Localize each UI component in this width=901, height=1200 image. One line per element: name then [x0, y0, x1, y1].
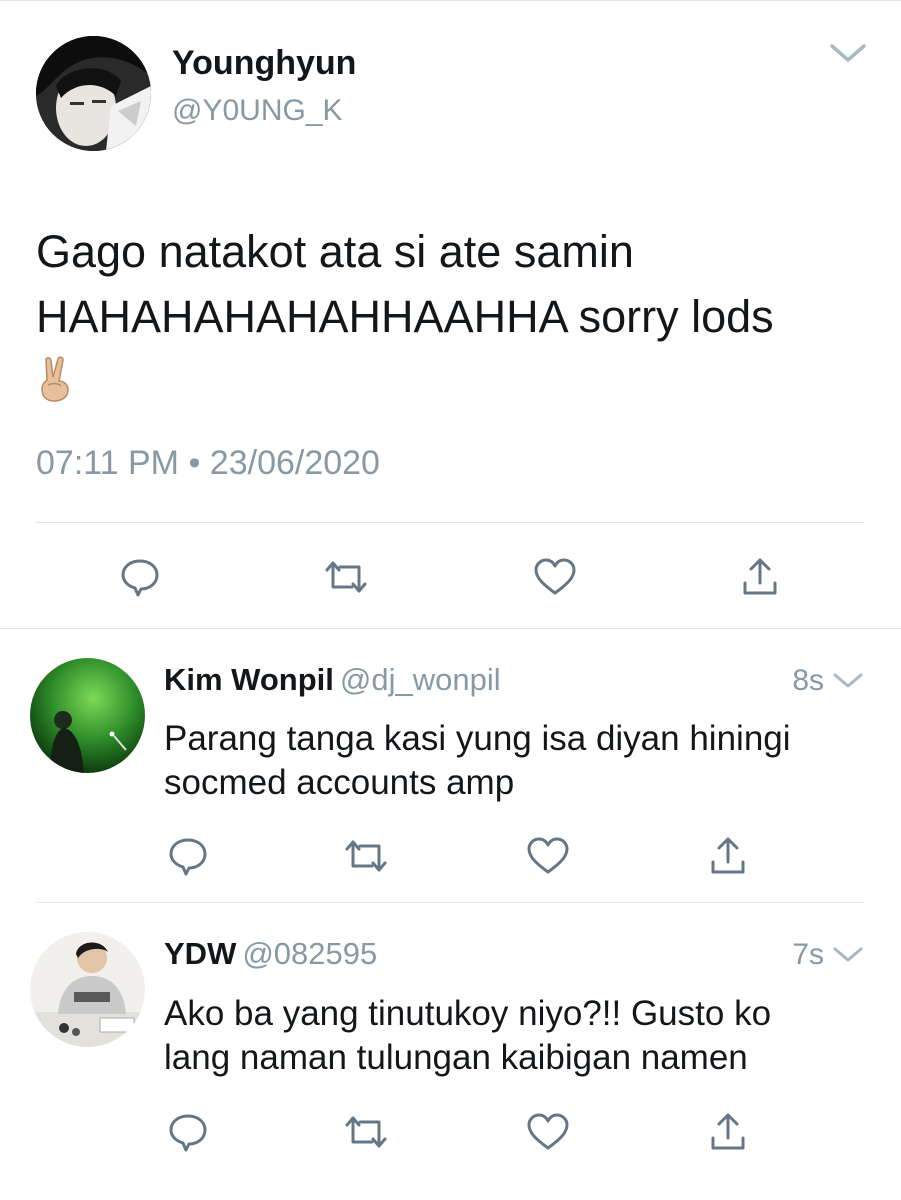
avatar-ydw[interactable] — [30, 932, 145, 1047]
reply-timestamp: 8s — [792, 664, 824, 697]
chevron-down-icon[interactable] — [828, 38, 868, 68]
share-icon[interactable] — [708, 834, 748, 878]
avatar-kim-wonpil[interactable] — [30, 658, 145, 773]
victory-hand-emoji-icon — [36, 355, 76, 420]
top-divider — [0, 0, 901, 1]
divider — [36, 522, 864, 523]
reply-text-line-2: lang naman tulungan kaibigan namen — [164, 1038, 748, 1077]
main-tweet-timestamp[interactable]: 07:11 PM • 23/06/2020 — [36, 444, 380, 483]
divider — [36, 902, 864, 903]
reply-text: Parang tanga kasi yung isa diyan hiningi… — [164, 717, 864, 805]
reply-author-handle[interactable]: @dj_wonpil — [340, 662, 501, 697]
main-author-name[interactable]: Younghyun — [172, 44, 356, 83]
chevron-down-icon[interactable] — [830, 941, 866, 967]
reply-author-name[interactable]: YDW — [164, 936, 236, 971]
main-author-handle[interactable]: @Y0UNG_K — [172, 94, 343, 128]
reply-icon[interactable] — [118, 555, 162, 599]
like-icon[interactable] — [531, 555, 579, 599]
share-icon[interactable] — [708, 1110, 748, 1154]
retweet-icon[interactable] — [324, 555, 368, 599]
divider — [0, 628, 901, 629]
reply-text-line-1: Ako ba yang tinutukoy niyo?!! Gusto ko — [164, 994, 772, 1033]
reply-text-line-2: socmed accounts amp — [164, 763, 515, 802]
like-icon[interactable] — [524, 1110, 572, 1154]
chevron-down-icon[interactable] — [830, 667, 866, 693]
avatar-younghyun[interactable] — [36, 36, 151, 151]
reply-timestamp: 7s — [792, 938, 824, 971]
reply-author[interactable]: Kim Wonpil @dj_wonpil — [164, 662, 501, 698]
main-tweet-text: Gago natakot ata si ate samin HAHAHAHAHA… — [36, 219, 876, 420]
share-icon[interactable] — [740, 555, 780, 599]
main-tweet-text-line-2: HAHAHAHAHAHHAAHHA sorry lods — [36, 291, 774, 342]
reply-text: Ako ba yang tinutukoy niyo?!! Gusto ko l… — [164, 992, 864, 1080]
reply-author[interactable]: YDW @082595 — [164, 936, 377, 972]
retweet-icon[interactable] — [344, 834, 388, 878]
reply-author-name[interactable]: Kim Wonpil — [164, 662, 334, 697]
main-tweet-text-line-1: Gago natakot ata si ate samin — [36, 226, 634, 277]
reply-icon[interactable] — [166, 834, 210, 878]
reply-icon[interactable] — [166, 1110, 210, 1154]
retweet-icon[interactable] — [344, 1110, 388, 1154]
like-icon[interactable] — [524, 834, 572, 878]
reply-text-line-1: Parang tanga kasi yung isa diyan hiningi — [164, 719, 791, 758]
reply-author-handle[interactable]: @082595 — [242, 936, 377, 971]
